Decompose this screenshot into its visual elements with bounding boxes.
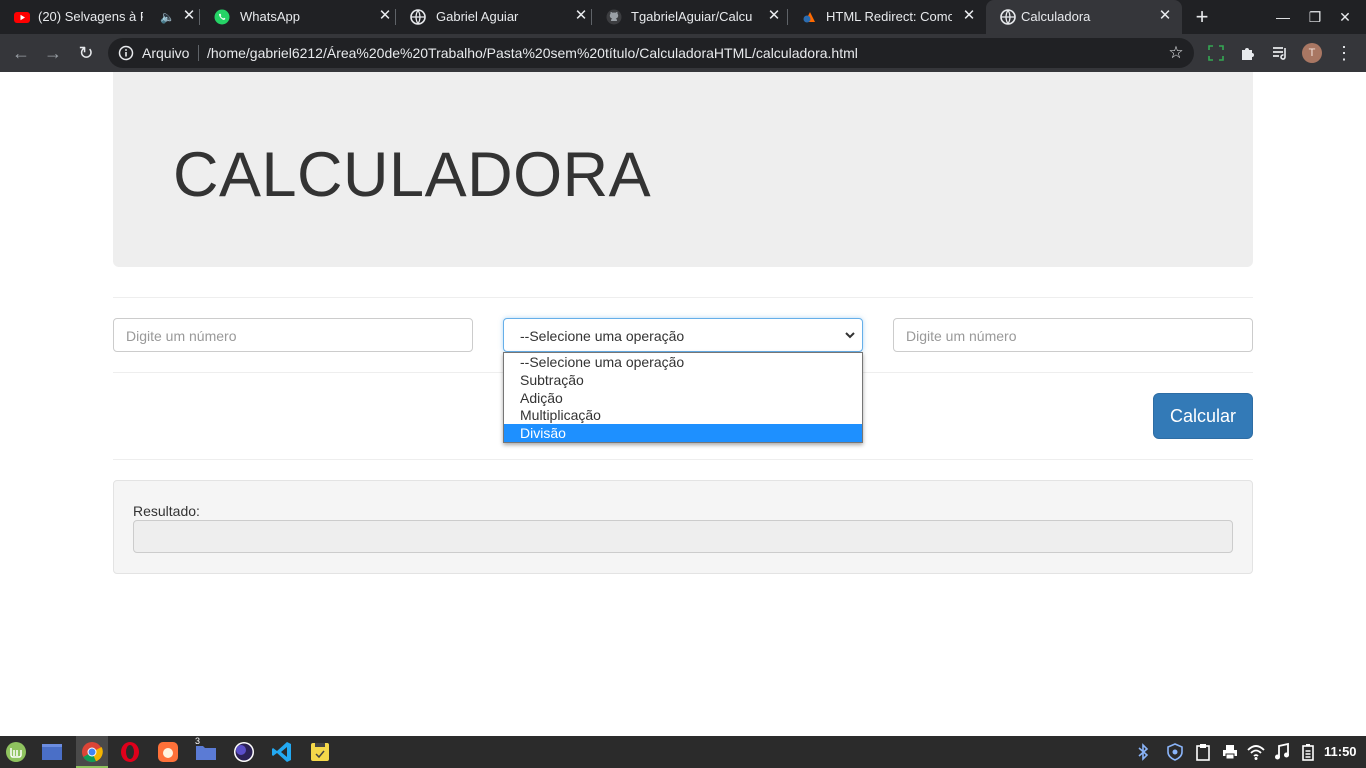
- new-tab-button[interactable]: +: [1190, 5, 1214, 29]
- first-number-input[interactable]: Digite um número: [113, 318, 473, 352]
- url-text[interactable]: /home/gabriel6212/Área%20de%20Trabalho/P…: [207, 45, 858, 61]
- jumbotron-header: CALCULADORA: [113, 72, 1253, 267]
- close-tab-icon[interactable]: ✕: [181, 8, 197, 24]
- opera-icon: [121, 742, 139, 762]
- tab-title: (20) Selvagens à Pr: [38, 9, 143, 24]
- firefox-taskbar-button[interactable]: [152, 736, 184, 768]
- divider: [113, 459, 1253, 460]
- back-icon[interactable]: ←: [10, 42, 32, 64]
- bluetooth-icon[interactable]: [1133, 742, 1153, 762]
- window-count-badge: 3: [195, 736, 201, 746]
- chrome-icon: [82, 742, 103, 763]
- clipboard-icon[interactable]: [1193, 742, 1213, 762]
- browser-tab-strip: (20) Selvagens à Pr 🔈 ✕ WhatsApp ✕ Gabri…: [0, 0, 1366, 34]
- operation-select[interactable]: --Selecione uma operação: [503, 318, 863, 352]
- result-panel: Resultado:: [113, 480, 1253, 574]
- eclipse-taskbar-button[interactable]: [228, 736, 260, 768]
- close-tab-icon[interactable]: ✕: [1157, 8, 1173, 24]
- github-icon: [606, 9, 622, 25]
- battery-icon[interactable]: [1298, 742, 1318, 762]
- tab-whatsapp[interactable]: WhatsApp ✕: [200, 0, 396, 34]
- mint-menu-button[interactable]: [0, 736, 32, 768]
- page-content: CALCULADORA Digite um número --Selecione…: [0, 72, 1366, 736]
- tab-title: HTML Redirect: Como: [826, 9, 952, 24]
- tab-title: Calculadora: [1021, 9, 1091, 24]
- media-queue-icon[interactable]: [1270, 43, 1290, 63]
- close-tab-icon[interactable]: ✕: [573, 8, 589, 24]
- close-window-icon[interactable]: ✕: [1336, 8, 1354, 26]
- close-tab-icon[interactable]: ✕: [766, 8, 782, 24]
- shield-icon[interactable]: [1165, 742, 1185, 762]
- calculate-button[interactable]: Calcular: [1153, 393, 1253, 439]
- wifi-icon[interactable]: [1246, 742, 1266, 762]
- close-tab-icon[interactable]: ✕: [961, 8, 977, 24]
- firefox-icon: [158, 742, 178, 762]
- screenshot-extension-icon[interactable]: [1206, 43, 1226, 63]
- tab-html-redirect[interactable]: HTML Redirect: Como ✕: [788, 0, 984, 34]
- select-value: --Selecione uma operação: [520, 328, 685, 344]
- option-subtracao[interactable]: Subtração: [504, 371, 862, 389]
- second-number-input[interactable]: Digite um número: [893, 318, 1253, 352]
- globe-icon: [410, 9, 426, 25]
- address-bar[interactable]: Arquivo /home/gabriel6212/Área%20de%20Tr…: [108, 38, 1194, 68]
- input-placeholder: Digite um número: [126, 328, 237, 344]
- tab-calculadora[interactable]: Calculadora ✕: [986, 0, 1182, 34]
- info-icon[interactable]: [118, 45, 134, 61]
- mint-logo-icon: [6, 742, 26, 762]
- notes-icon: [311, 743, 329, 761]
- divider: [113, 297, 1253, 298]
- tab-github[interactable]: TgabrielAguiar/Calcu ✕: [592, 0, 788, 34]
- option-multiplicacao[interactable]: Multiplicação: [504, 406, 862, 424]
- profile-avatar[interactable]: T: [1302, 43, 1322, 63]
- site-icon: [803, 12, 815, 23]
- close-tab-icon[interactable]: ✕: [377, 8, 393, 24]
- sticky-notes-taskbar-button[interactable]: [304, 736, 336, 768]
- bookmark-star-icon[interactable]: ☆: [1166, 43, 1186, 63]
- option-placeholder[interactable]: --Selecione uma operação: [504, 353, 862, 371]
- result-label: Resultado:: [133, 503, 200, 519]
- vscode-taskbar-button[interactable]: [266, 736, 298, 768]
- tab-title: WhatsApp: [240, 9, 300, 24]
- browser-toolbar: ← → ↻ Arquivo /home/gabriel6212/Área%20d…: [0, 34, 1366, 72]
- chevron-down-icon: [845, 332, 855, 339]
- files-taskbar-button[interactable]: 3: [190, 736, 222, 768]
- address-separator: [198, 45, 199, 61]
- os-taskbar: 3 11:50: [0, 736, 1366, 768]
- opera-taskbar-button[interactable]: [114, 736, 146, 768]
- tab-title: TgabrielAguiar/Calcu: [631, 9, 753, 24]
- page-title: CALCULADORA: [173, 140, 652, 210]
- input-placeholder: Digite um número: [906, 328, 1017, 344]
- maximize-window-icon[interactable]: ❐: [1306, 8, 1324, 26]
- extensions-puzzle-icon[interactable]: [1238, 43, 1258, 63]
- chrome-taskbar-button[interactable]: [76, 736, 108, 768]
- globe-icon: [1000, 9, 1016, 25]
- vscode-icon: [272, 742, 291, 762]
- show-desktop-button[interactable]: [36, 736, 68, 768]
- forward-icon[interactable]: →: [42, 42, 64, 64]
- whatsapp-icon: [214, 9, 230, 25]
- tab-title: Gabriel Aguiar: [436, 9, 519, 24]
- tab-youtube[interactable]: (20) Selvagens à Pr 🔈 ✕: [0, 0, 200, 34]
- minimize-window-icon[interactable]: —: [1274, 8, 1292, 26]
- speaker-icon[interactable]: 🔈: [160, 9, 175, 25]
- tab-gabriel-aguiar[interactable]: Gabriel Aguiar ✕: [396, 0, 592, 34]
- browser-menu-icon[interactable]: ⋮: [1334, 43, 1354, 63]
- music-note-icon[interactable]: [1272, 742, 1292, 762]
- option-adicao[interactable]: Adição: [504, 389, 862, 407]
- result-output: [133, 520, 1233, 553]
- printer-icon[interactable]: [1220, 742, 1240, 762]
- scheme-label: Arquivo: [142, 45, 190, 61]
- operation-dropdown-list: --Selecione uma operação Subtração Adiçã…: [503, 352, 863, 443]
- option-divisao[interactable]: Divisão: [504, 424, 862, 442]
- system-clock[interactable]: 11:50: [1324, 744, 1357, 760]
- desktop-icon: [42, 744, 62, 760]
- youtube-icon: [14, 12, 30, 23]
- eclipse-icon: [234, 742, 254, 762]
- reload-icon[interactable]: ↻: [75, 42, 97, 64]
